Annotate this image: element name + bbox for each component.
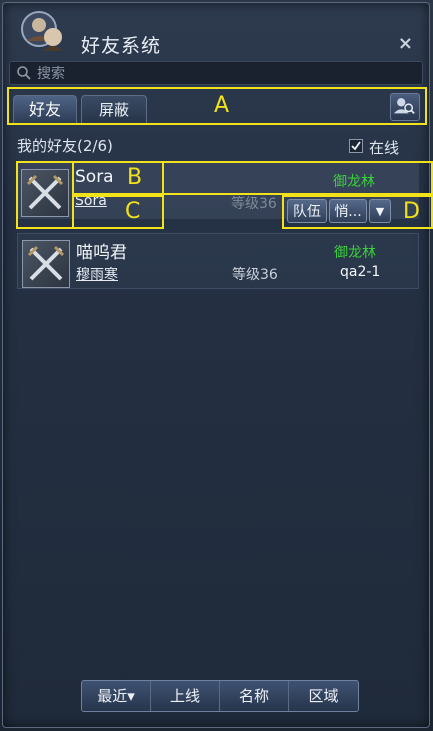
search-bar: [9, 61, 423, 85]
close-button[interactable]: ×: [398, 33, 413, 54]
whisper-button[interactable]: 悄...: [329, 199, 367, 223]
tab-blocked[interactable]: 屏蔽: [81, 95, 147, 123]
friend-level: 等级36: [232, 267, 278, 283]
friend-system-window: 好友系统 × 好友 屏蔽 A 我的好友(2/6) 在线: [2, 2, 433, 728]
window-title: 好友系统: [81, 35, 162, 57]
friend-character-link[interactable]: 穆雨寒: [76, 264, 118, 284]
friends-count-label: 我的好友(2/6): [17, 137, 113, 155]
tab-bar: 好友 屏蔽 A: [7, 87, 427, 125]
friend-row[interactable]: 喵呜君 穆雨寒 等级36 御龙林 qa2-1: [17, 233, 419, 289]
online-checkbox[interactable]: [349, 139, 363, 153]
team-invite-button[interactable]: 队伍: [287, 199, 327, 223]
annotation-label-c: C: [125, 199, 141, 224]
annotation-box-b: [72, 161, 164, 195]
sort-bar: 最近▾ 上线 名称 区域: [81, 680, 359, 712]
friend-server: qa2-1: [340, 264, 381, 280]
online-filter-label: 在线: [369, 139, 400, 157]
tab-friends[interactable]: 好友: [13, 95, 77, 123]
annotation-box-c: [72, 195, 164, 229]
crossed-swords-icon: [22, 240, 70, 288]
person-search-icon: [393, 98, 415, 114]
friend-name: 喵呜君: [76, 243, 127, 263]
find-friend-button[interactable]: [390, 93, 420, 121]
search-icon: [17, 66, 31, 80]
annotation-box-avatar: [16, 161, 74, 229]
annotation-label-b: B: [127, 165, 143, 190]
friend-level: 等级36: [231, 196, 277, 212]
annotation-label-a: A: [214, 93, 230, 118]
sort-online-button[interactable]: 上线: [151, 681, 220, 711]
sort-recent-button[interactable]: 最近▾: [82, 681, 151, 711]
friend-zone: 御龙林: [334, 245, 376, 261]
search-input[interactable]: [35, 63, 419, 85]
annotation-label-d: D: [403, 199, 420, 224]
sort-name-button[interactable]: 名称: [220, 681, 289, 711]
sort-zone-button[interactable]: 区域: [289, 681, 358, 711]
character-portrait-icon: [21, 11, 63, 51]
annotation-box-b-extended: [162, 161, 433, 195]
more-actions-button[interactable]: ▼: [369, 199, 391, 223]
